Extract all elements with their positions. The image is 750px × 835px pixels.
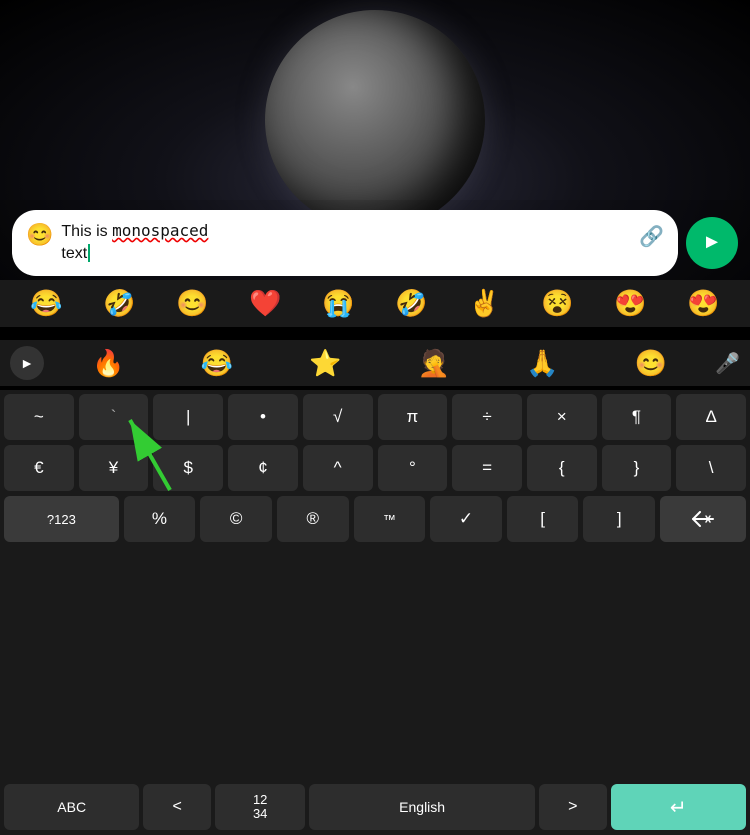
key-yen[interactable]: ¥ bbox=[79, 445, 149, 491]
text-cursor bbox=[88, 244, 90, 262]
key-close-brace[interactable]: } bbox=[602, 445, 672, 491]
emoji-strip-item[interactable]: 😭 bbox=[322, 288, 354, 319]
expand-button[interactable]: ► bbox=[10, 346, 44, 380]
key-percent[interactable]: % bbox=[124, 496, 196, 542]
message-area: 😊 This is monospaced text 🔗 ► bbox=[0, 200, 750, 286]
emoji-input-icon[interactable]: 😊 bbox=[26, 222, 53, 248]
key-backslash[interactable]: \ bbox=[676, 445, 746, 491]
emoji-strip-item[interactable]: 😍 bbox=[687, 288, 719, 319]
attachment-icon[interactable]: 🔗 bbox=[639, 224, 664, 249]
message-input-container[interactable]: 😊 This is monospaced text 🔗 bbox=[12, 210, 678, 276]
key-delta[interactable]: Δ bbox=[676, 394, 746, 440]
enter-icon: ↵ bbox=[670, 795, 687, 820]
bottom-bar: ABC < 12 34 English > ↵ bbox=[0, 779, 750, 835]
emoji-strip-item[interactable]: ✌️ bbox=[468, 288, 500, 319]
key-backtick[interactable]: ` bbox=[79, 394, 149, 440]
emoji-strip-item[interactable]: 🤣 bbox=[395, 288, 427, 319]
moon-image bbox=[265, 10, 485, 230]
emoji-strip-item[interactable]: ❤️ bbox=[249, 288, 281, 319]
keyboard-row-1: ~ ` | • √ π ÷ × ¶ Δ bbox=[4, 394, 746, 440]
key-multiply[interactable]: × bbox=[527, 394, 597, 440]
key-checkmark[interactable]: ✓ bbox=[430, 496, 502, 542]
keyboard-row-3: ?123 % © ® ™ ✓ [ ] bbox=[4, 496, 746, 542]
key-right-arrow[interactable]: > bbox=[539, 784, 607, 830]
key-sqrt[interactable]: √ bbox=[303, 394, 373, 440]
expand-icon: ► bbox=[20, 355, 34, 371]
message-text[interactable]: This is monospaced text bbox=[61, 220, 631, 266]
emoji-category-item[interactable]: 😊 bbox=[635, 348, 667, 379]
key-backspace[interactable] bbox=[660, 496, 746, 542]
key-euro[interactable]: € bbox=[4, 445, 74, 491]
key-copyright[interactable]: © bbox=[200, 496, 272, 542]
key-dollar[interactable]: $ bbox=[153, 445, 223, 491]
key-close-bracket[interactable]: ] bbox=[583, 496, 655, 542]
key-num-layout[interactable]: 12 34 bbox=[215, 784, 305, 830]
keyboard: ~ ` | • √ π ÷ × ¶ Δ € ¥ $ ¢ ^ ° = { } \ … bbox=[0, 390, 750, 835]
keyboard-row-2: € ¥ $ ¢ ^ ° = { } \ bbox=[4, 445, 746, 491]
key-num123[interactable]: ?123 bbox=[4, 496, 119, 542]
key-left-arrow[interactable]: < bbox=[143, 784, 211, 830]
key-pilcrow[interactable]: ¶ bbox=[602, 394, 672, 440]
emoji-strip-item[interactable]: 🤣 bbox=[103, 288, 135, 319]
key-pipe[interactable]: | bbox=[153, 394, 223, 440]
emoji-category-item[interactable]: 🔥 bbox=[92, 348, 124, 379]
backspace-icon bbox=[692, 511, 714, 527]
emoji-category-item[interactable]: 🤦 bbox=[418, 348, 450, 379]
key-tilde[interactable]: ~ bbox=[4, 394, 74, 440]
key-open-bracket[interactable]: [ bbox=[507, 496, 579, 542]
key-degree[interactable]: ° bbox=[378, 445, 448, 491]
emoji-strip-item[interactable]: 😂 bbox=[30, 288, 62, 319]
text-before-mono: This is monospaced bbox=[61, 223, 208, 240]
mic-button[interactable]: 🎤 bbox=[715, 351, 740, 376]
emoji-category-item[interactable]: ⭐ bbox=[309, 348, 341, 379]
key-enter[interactable]: ↵ bbox=[611, 784, 746, 830]
send-button[interactable]: ► bbox=[686, 217, 738, 269]
key-language[interactable]: English bbox=[309, 784, 535, 830]
num-top: 12 bbox=[253, 793, 267, 807]
emoji-strip-item[interactable]: 😵 bbox=[541, 288, 573, 319]
emoji-category-items: 🔥 😂 ⭐ 🤦 🙏 😊 bbox=[54, 348, 705, 379]
key-open-brace[interactable]: { bbox=[527, 445, 597, 491]
key-pi[interactable]: π bbox=[378, 394, 448, 440]
key-caret[interactable]: ^ bbox=[303, 445, 373, 491]
key-cent[interactable]: ¢ bbox=[228, 445, 298, 491]
send-icon: ► bbox=[702, 231, 722, 254]
num-bottom: 34 bbox=[253, 807, 267, 821]
emoji-category-row: ► 🔥 😂 ⭐ 🤦 🙏 😊 🎤 bbox=[0, 340, 750, 386]
key-registered[interactable]: ® bbox=[277, 496, 349, 542]
key-equals[interactable]: = bbox=[452, 445, 522, 491]
key-divide[interactable]: ÷ bbox=[452, 394, 522, 440]
emoji-category-item[interactable]: 🙏 bbox=[526, 348, 558, 379]
emoji-category-item[interactable]: 😂 bbox=[201, 348, 233, 379]
emoji-strip-item[interactable]: 😍 bbox=[614, 288, 646, 319]
monospaced-text: monospaced bbox=[112, 221, 208, 240]
emoji-strip: 😂 🤣 😊 ❤️ 😭 🤣 ✌️ 😵 😍 😍 bbox=[0, 280, 750, 327]
key-trademark[interactable]: ™ bbox=[354, 496, 426, 542]
text-line2: text bbox=[61, 245, 87, 262]
emoji-strip-item[interactable]: 😊 bbox=[176, 288, 208, 319]
key-bullet[interactable]: • bbox=[228, 394, 298, 440]
key-abc[interactable]: ABC bbox=[4, 784, 139, 830]
